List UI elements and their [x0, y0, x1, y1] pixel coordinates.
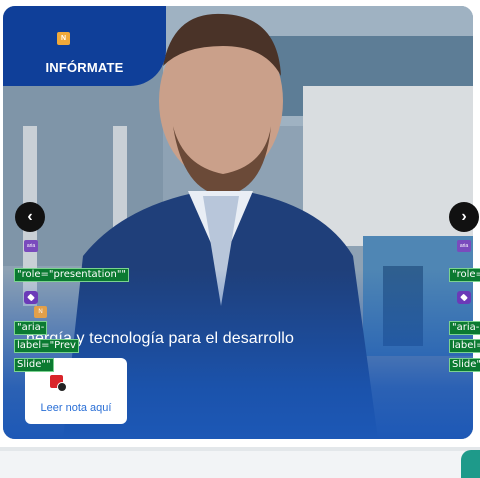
chevron-right-icon: › — [461, 208, 467, 225]
next-slide-button[interactable]: › — [449, 202, 479, 232]
corner-tab[interactable] — [461, 450, 480, 478]
aria-badge-icon-right: aria — [457, 240, 471, 252]
aria-label-prev-1: "aria- — [14, 321, 48, 335]
tag-icon-right — [457, 291, 471, 304]
read-more-link[interactable]: Leer nota aquí — [25, 402, 127, 414]
bottom-section-bar — [0, 447, 480, 478]
document-small-icon: N — [34, 306, 47, 318]
role-label-right: "role=" — [449, 268, 480, 282]
chevron-left-icon: ‹ — [27, 208, 33, 225]
aria-label-prev-3: Slide"" — [14, 358, 54, 372]
document-icon: N — [57, 32, 70, 45]
badge-label: INFÓRMATE — [45, 60, 124, 75]
aria-badge-icon: aria — [24, 240, 38, 252]
aria-label-next-3: Slide" — [449, 358, 480, 372]
informate-badge: N INFÓRMATE — [3, 6, 166, 86]
role-presentation-label: "role="presentation"" — [14, 268, 130, 282]
aria-label-next-2: label=" — [449, 339, 480, 353]
aria-label-next-1: "aria- — [449, 321, 480, 335]
tag-icon — [24, 291, 38, 304]
video-record-icon — [50, 375, 67, 392]
prev-slide-button[interactable]: ‹ — [15, 202, 45, 232]
aria-label-prev-2: label="Prev — [14, 339, 79, 353]
